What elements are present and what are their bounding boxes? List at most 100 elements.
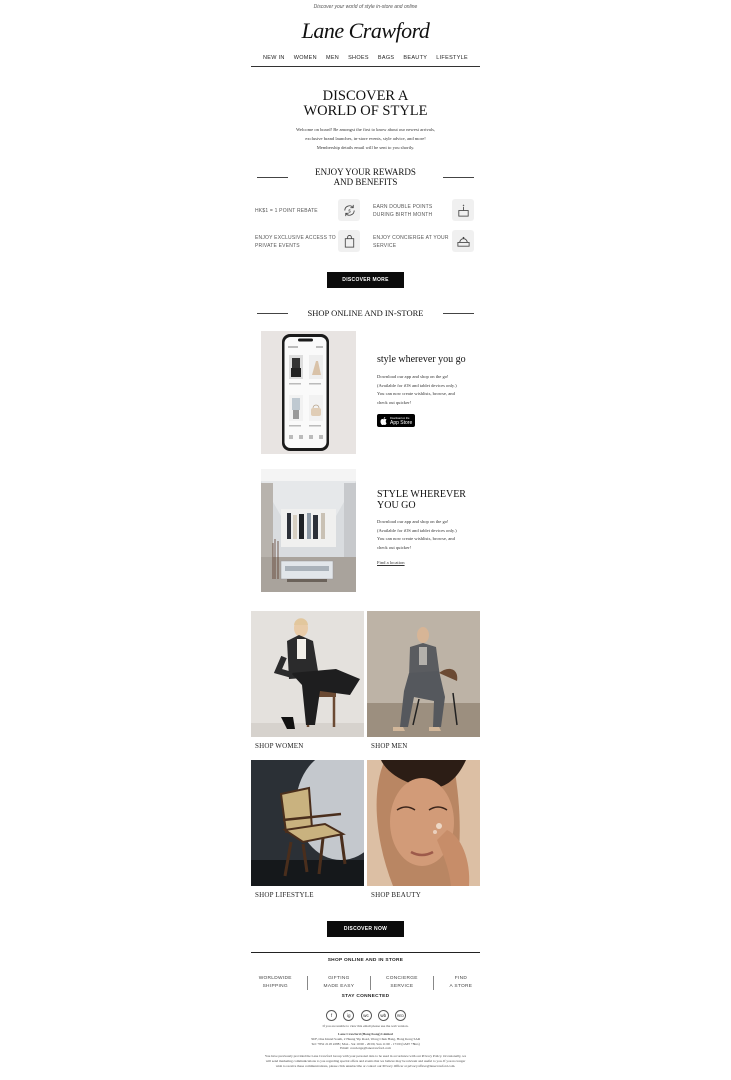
footer-link-concierge[interactable]: CONCIERGE SERVICE (386, 975, 418, 990)
main-nav: NEW IN WOMEN MEN SHOES BAGS BEAUTY LIFES… (251, 55, 480, 61)
store-promo-body: Download our app and shop on the go! (Av… (377, 518, 477, 552)
concierge-icon (452, 230, 474, 252)
legal-text: You have previously provided the Lane Cr… (251, 1054, 480, 1068)
app-promo-body-line: You can now create wishlists, browse, an… (377, 391, 455, 396)
footer-separator (433, 975, 435, 990)
store-interior-image[interactable] (261, 469, 356, 592)
shopping-bag-icon (338, 230, 360, 252)
hero-body-line: Welcome on board! Be amongst the first t… (295, 127, 436, 132)
app-promo-body: Download our app and shop on the go! (Av… (377, 373, 477, 407)
benefit-concierge-line1: ENJOY CONCIERGE AT YOUR (373, 235, 449, 241)
footer-link-line: SERVICE (390, 983, 414, 989)
benefit-events: ENJOY EXCLUSIVE ACCESS TO PRIVATE EVENTS (255, 234, 336, 250)
footer-link-line: A STORE (449, 983, 473, 989)
app-promo-title: style wherever you go (377, 354, 466, 365)
benefit-rebate-text: HK$1 = 1 POINT REBATE (255, 208, 318, 214)
footer-separator (307, 975, 309, 990)
shop-lifestyle-image[interactable] (251, 750, 386, 886)
chair-illustration (251, 750, 386, 886)
app-promo-body-line: Download our app and shop on the go! (377, 374, 449, 379)
divider-left (257, 313, 288, 314)
store-promo-body-line: (Available for iOS and tablet devices on… (377, 527, 457, 533)
footer-link-shipping[interactable]: WORLDWIDE SHIPPING (259, 975, 292, 990)
nav-shoes[interactable]: SHOES (348, 55, 369, 61)
divider-right (443, 177, 474, 178)
divider-right (443, 313, 474, 314)
nav-lifestyle[interactable]: LIFESTYLE (436, 55, 468, 61)
nav-new-in[interactable]: NEW IN (263, 55, 285, 61)
app-store-badge-big: App Store (390, 419, 413, 426)
cake-icon (452, 199, 474, 221)
phone-mockup-illustration (282, 334, 329, 451)
footer-link-line: GIFTING (328, 976, 350, 981)
footer-link-gifting[interactable]: GIFTING MADE EASY (324, 975, 355, 990)
footer-link-find-store[interactable]: FIND A STORE (450, 975, 473, 990)
view-online-text[interactable]: If you are unable to view this email ple… (251, 1024, 480, 1029)
shop-beauty-label[interactable]: SHOP BEAUTY (371, 891, 421, 899)
hero-body-line: Membership details email will be sent to… (316, 144, 415, 150)
benefit-birthday: EARN DOUBLE POINTS DURING BIRTH MONTH (373, 203, 432, 219)
hero-title: DISCOVER A WORLD OF STYLE (251, 89, 480, 119)
shop-women-label[interactable]: SHOP WOMEN (255, 742, 303, 750)
store-interior-illustration (261, 469, 356, 592)
footer-link-line: MADE EASY (323, 983, 355, 989)
footer-links: WORLDWIDE SHIPPING GIFTING MADE EASY CON… (251, 975, 480, 990)
app-promo-body-line: check out quicker! (377, 399, 412, 405)
footer-link-line: WORLDWIDE (258, 976, 292, 981)
weibo-icon[interactable]: wb (377, 1010, 389, 1021)
discover-more-button[interactable]: DISCOVER MORE (327, 272, 404, 288)
shop-section-title: SHOP ONLINE AND IN-STORE (307, 308, 424, 318)
company-email[interactable]: Email: concierge@lanecrawford.com (251, 1046, 480, 1051)
footer-divider (251, 952, 480, 953)
benefit-birthday-line1: EARN DOUBLE POINTS (373, 204, 433, 210)
nav-beauty[interactable]: BEAUTY (403, 55, 427, 61)
divider-left (257, 177, 288, 178)
shop-women-image[interactable] (251, 611, 364, 737)
nav-divider (251, 66, 480, 67)
footer-separator (369, 975, 371, 990)
facebook-icon[interactable]: f (326, 1010, 337, 1021)
beauty-model-illustration (367, 760, 480, 886)
benefit-rebate: HK$1 = 1 POINT REBATE (255, 207, 318, 215)
hero-title-line2: WORLD OF STYLE (303, 103, 428, 119)
lane-crawford-logo[interactable]: Lane Crawford (0, 18, 731, 44)
benefit-concierge: ENJOY CONCIERGE AT YOUR SERVICE (373, 234, 449, 250)
rebate-icon: $ (338, 199, 360, 221)
nav-women[interactable]: WOMEN (294, 55, 317, 61)
instagram-icon[interactable]: ig (343, 1010, 355, 1021)
benefit-events-line1: ENJOY EXCLUSIVE ACCESS TO (255, 235, 336, 241)
women-model-illustration (251, 611, 364, 737)
wechat-icon[interactable]: wc (360, 1010, 372, 1021)
legal-line: wish to receive these communications, pl… (275, 1063, 456, 1068)
app-store-badge[interactable]: Download on the App Store (377, 414, 415, 427)
hero-title-line1: DISCOVER A (322, 88, 409, 104)
shop-men-label[interactable]: SHOP MEN (371, 742, 408, 750)
store-promo-body-line: You can now create wishlists, browse, an… (377, 536, 455, 541)
nav-men[interactable]: MEN (326, 55, 339, 61)
find-location-link[interactable]: Find a location (377, 559, 405, 568)
footer-link-line: FIND (454, 976, 468, 981)
social-links: f ig wc wb RED (326, 1010, 406, 1021)
hero-body-line: exclusive brand launches, in-store event… (305, 135, 426, 141)
app-promo-image[interactable] (261, 331, 356, 454)
footer-link-line: CONCIERGE (385, 976, 418, 981)
store-promo-title: STYLE WHEREVER YOU GO (377, 489, 466, 511)
app-promo-body-line: (Available for iOS and tablet devices on… (377, 382, 457, 388)
benefit-birthday-line2: DURING BIRTH MONTH (373, 212, 433, 218)
xiaohongshu-icon[interactable]: RED (395, 1010, 406, 1021)
legal-line: will send marketing communications to yo… (265, 1058, 466, 1063)
app-store-badge-text: Download on the App Store (390, 417, 413, 426)
store-promo-title-line1: STYLE WHEREVER (377, 489, 466, 500)
hero-body: Welcome on board! Be amongst the first t… (271, 126, 460, 152)
store-promo-title-line2: YOU GO (377, 500, 416, 511)
discover-now-button[interactable]: DISCOVER NOW (327, 921, 404, 937)
svg-text:$: $ (348, 208, 351, 213)
shop-men-image[interactable] (367, 611, 480, 737)
rewards-title-line1: ENJOY YOUR REWARDS (315, 167, 416, 177)
shop-beauty-image[interactable] (367, 760, 480, 886)
nav-bags[interactable]: BAGS (378, 55, 394, 61)
apple-icon (380, 412, 387, 430)
company-info: Lane Crawford (Hong Kong) Limited 30/F, … (251, 1032, 480, 1051)
rewards-title-line2: AND BENEFITS (333, 177, 398, 187)
shop-lifestyle-label[interactable]: SHOP LIFESTYLE (255, 891, 314, 899)
